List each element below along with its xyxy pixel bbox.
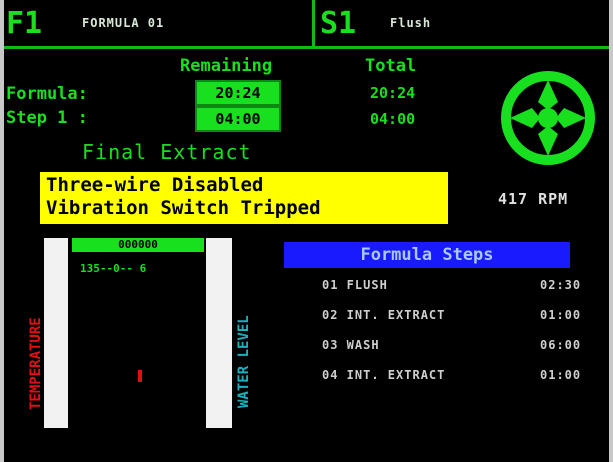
temperature-gauge-label: TEMPERATURE [28,317,44,410]
step-row-3-time: 06:00 [540,338,582,352]
step-row-2-time: 01:00 [540,308,582,322]
formula-remaining-time: 20:24 [195,80,281,106]
step-time-label: Step 1 : [6,108,88,128]
remaining-header: Remaining [180,56,273,76]
alarm-line-1: Three-wire Disabled [46,174,264,196]
formula-time-label: Formula: [6,84,88,104]
step-total-time: 04:00 [370,110,416,128]
step-row-2-name[interactable]: 02 INT. EXTRACT [322,308,445,322]
gauge-marker [138,370,142,382]
step-row-1-name[interactable]: 01 FLUSH [322,278,388,292]
water-level-gauge-label: WATER LEVEL [236,315,252,408]
total-header: Total [365,56,417,76]
step-remaining-time: 04:00 [195,106,281,132]
top-divider [312,0,315,46]
formula-name: FORMULA 01 [82,16,165,30]
formula-total-time: 20:24 [370,84,416,102]
water-level-bar [206,238,232,428]
step-row-3-name[interactable]: 03 WASH [322,338,380,352]
step-row-1-time: 02:30 [540,278,582,292]
temperature-bar [44,238,68,428]
formula-steps-header: Formula Steps [284,242,570,268]
gauge-sub-readout: 135--0-- 6 [80,262,147,275]
phase-label: Final Extract [82,140,252,164]
step-key-label[interactable]: S1 [320,6,356,41]
step-name: Flush [390,16,432,30]
alarm-banner[interactable]: Three-wire Disabled Vibration Switch Tri… [40,172,448,224]
step-row-4-time: 01:00 [540,368,582,382]
drum-rotation-icon [501,71,595,165]
rpm-readout: 417 RPM [498,190,569,208]
step-row-4-name[interactable]: 04 INT. EXTRACT [322,368,445,382]
gauge-top-readout: 000000 [72,238,204,252]
formula-key-label[interactable]: F1 [6,6,42,41]
alarm-line-2: Vibration Switch Tripped [46,197,321,219]
